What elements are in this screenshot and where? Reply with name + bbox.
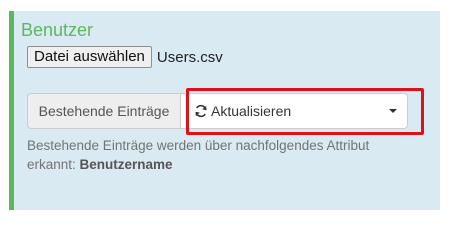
choose-file-button[interactable]: Datei auswählen bbox=[27, 46, 152, 68]
panel-title: Benutzer bbox=[21, 20, 94, 40]
chevron-down-icon bbox=[389, 109, 397, 113]
help-text-body: Bestehende Einträge werden über nachfolg… bbox=[27, 138, 370, 172]
existing-entries-dropdown[interactable]: Aktualisieren bbox=[180, 93, 408, 129]
file-input-row: Datei auswählen Users.csv bbox=[27, 46, 223, 68]
refresh-icon bbox=[194, 104, 208, 118]
existing-entries-input-group: Bestehende Einträge Aktualisieren bbox=[27, 93, 408, 129]
existing-entries-addon: Bestehende Einträge bbox=[27, 93, 180, 129]
help-text-attribute: Benutzername bbox=[79, 157, 173, 172]
help-text: Bestehende Einträge werden über nachfolg… bbox=[27, 136, 407, 174]
dropdown-selected-value: Aktualisieren bbox=[211, 103, 292, 119]
selected-file-name: Users.csv bbox=[156, 48, 223, 66]
